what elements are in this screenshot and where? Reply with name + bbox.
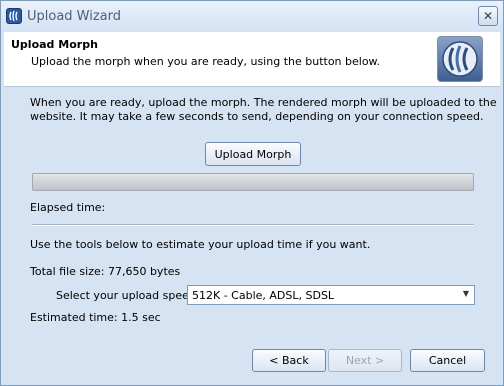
- file-size-label: Total file size: 77,650 bytes: [30, 265, 181, 278]
- close-button[interactable]: ✕: [478, 6, 498, 26]
- section-divider: [32, 224, 474, 226]
- upload-morph-button[interactable]: Upload Morph: [205, 142, 301, 166]
- wizard-header: Upload Morph Upload the morph when you a…: [4, 32, 500, 87]
- upload-speed-value: 512K - Cable, ADSL, SDSL: [192, 289, 335, 302]
- cancel-button[interactable]: Cancel: [410, 349, 485, 372]
- back-button[interactable]: < Back: [252, 349, 326, 372]
- close-icon: ✕: [482, 9, 494, 23]
- intro-text-line2: website. It may take a few seconds to se…: [30, 110, 484, 123]
- elapsed-time-label: Elapsed time:: [30, 201, 106, 214]
- app-icon: [6, 8, 22, 24]
- title-bar[interactable]: Upload Wizard ✕: [1, 1, 503, 32]
- upload-wizard-window: Upload Wizard ✕ Upload Morph Upload the …: [0, 0, 504, 386]
- intro-text-line1: When you are ready, upload the morph. Th…: [30, 96, 497, 109]
- estimate-intro-text: Use the tools below to estimate your upl…: [30, 238, 371, 251]
- next-button[interactable]: Next >: [328, 349, 402, 372]
- estimated-time-label: Estimated time: 1.5 sec: [30, 311, 161, 324]
- morph-logo-icon: [437, 36, 483, 82]
- page-title: Upload Morph: [11, 38, 98, 51]
- upload-speed-label: Select your upload speed:: [56, 289, 200, 302]
- upload-progress-bar: [32, 173, 474, 191]
- chevron-down-icon[interactable]: ▼: [463, 289, 469, 298]
- window-title: Upload Wizard: [27, 9, 122, 24]
- page-subtitle: Upload the morph when you are ready, usi…: [31, 55, 381, 68]
- upload-speed-select[interactable]: 512K - Cable, ADSL, SDSL ▼: [187, 285, 475, 305]
